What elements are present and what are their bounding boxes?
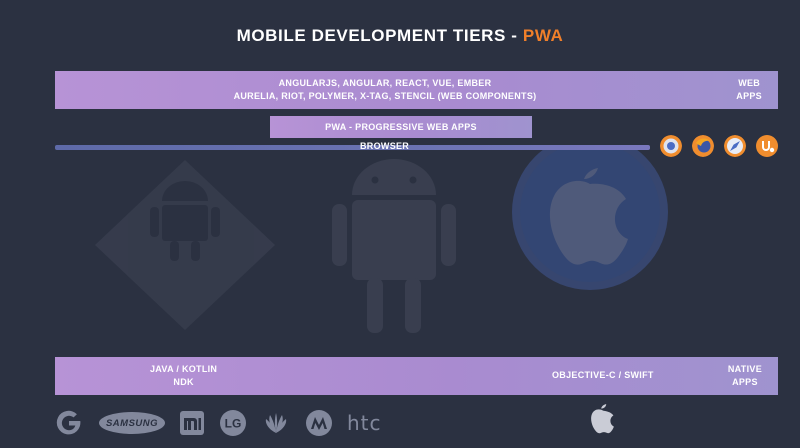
title-main: MOBILE DEVELOPMENT TIERS - xyxy=(236,26,523,45)
browser-tier-line xyxy=(55,145,650,150)
browser-icons xyxy=(660,135,778,161)
android-diamond-icon xyxy=(95,160,275,330)
web-apps-label: WEB APPS xyxy=(736,77,762,103)
xiaomi-icon xyxy=(180,411,204,435)
apple-circle-icon xyxy=(512,150,668,290)
huawei-icon xyxy=(265,413,287,433)
native-apps-tier-bar: JAVA / KOTLIN NDK OBJECTIVE-C / SWIFT NA… xyxy=(55,357,778,395)
pwa-tier-label: PWA - PROGRESSIVE WEB APPS xyxy=(325,122,477,132)
htc-logo: htc xyxy=(347,411,382,435)
pwa-tier-bar: PWA - PROGRESSIVE WEB APPS xyxy=(270,116,532,138)
android-robot-icon xyxy=(332,159,456,333)
motorola-icon xyxy=(306,410,332,436)
title-accent: PWA xyxy=(522,26,564,45)
samsung-logo-text: SAMSUNG xyxy=(105,417,159,429)
native-apps-label: NATIVE APPS xyxy=(728,363,762,389)
web-frameworks-line-2: AURELIA, RIOT, POLYMER, X-TAG, STENCIL (… xyxy=(233,91,537,101)
firefox-icon xyxy=(692,135,714,157)
google-icon xyxy=(56,410,81,435)
background-platform-art xyxy=(95,150,668,333)
svg-text:LG: LG xyxy=(225,417,242,431)
native-apps-label-line-1: NATIVE xyxy=(727,364,762,374)
apple-icon xyxy=(591,404,614,434)
android-languages-line-1: JAVA / KOTLIN xyxy=(150,364,218,374)
android-languages-line-2: NDK xyxy=(173,377,194,387)
android-vendor-logos: SAMSUNG LG htc xyxy=(55,405,382,441)
browser-tier-label: BROWSER xyxy=(360,141,410,151)
android-native-languages: JAVA / KOTLIN NDK xyxy=(150,363,217,389)
web-frameworks-line-1: ANGULARJS, ANGULAR, REACT, VUE, EMBER xyxy=(278,78,492,88)
web-apps-tier-bar: ANGULARJS, ANGULAR, REACT, VUE, EMBER AU… xyxy=(55,71,778,109)
lg-icon: LG xyxy=(220,410,246,436)
web-apps-label-line-2: APPS xyxy=(736,91,762,101)
web-apps-label-line-1: WEB xyxy=(738,78,761,88)
chrome-icon xyxy=(660,135,682,157)
web-frameworks-list: ANGULARJS, ANGULAR, REACT, VUE, EMBER AU… xyxy=(55,77,715,103)
uc-browser-icon xyxy=(756,135,778,157)
page-title: MOBILE DEVELOPMENT TIERS - PWA xyxy=(0,26,800,46)
native-apps-label-line-2: APPS xyxy=(732,377,758,387)
safari-icon xyxy=(724,135,746,157)
samsung-logo: SAMSUNG xyxy=(99,412,165,434)
ios-native-languages: OBJECTIVE-C / SWIFT xyxy=(552,370,654,380)
